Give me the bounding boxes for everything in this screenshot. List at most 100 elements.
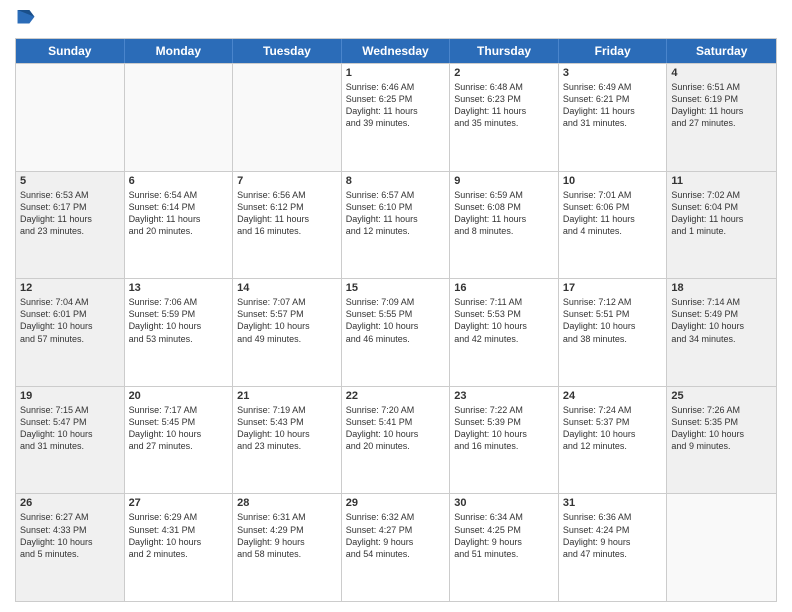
day-number: 8 [346, 175, 446, 187]
day-number: 29 [346, 497, 446, 509]
day-cell-19: 19 Sunrise: 7:15 AM Sunset: 5:47 PM Dayli… [16, 387, 125, 494]
day-info: Sunrise: 6:34 AM Sunset: 4:25 PM Dayligh… [454, 511, 554, 560]
day-cell-14: 14 Sunrise: 7:07 AM Sunset: 5:57 PM Dayli… [233, 279, 342, 386]
day-number: 27 [129, 497, 229, 509]
day-info: Sunrise: 6:46 AM Sunset: 6:25 PM Dayligh… [346, 81, 446, 130]
day-info: Sunrise: 7:04 AM Sunset: 6:01 PM Dayligh… [20, 296, 120, 345]
day-info: Sunrise: 6:51 AM Sunset: 6:19 PM Dayligh… [671, 81, 772, 130]
day-info: Sunrise: 6:57 AM Sunset: 6:10 PM Dayligh… [346, 189, 446, 238]
day-cell-18: 18 Sunrise: 7:14 AM Sunset: 5:49 PM Dayli… [667, 279, 776, 386]
day-cell-27: 27 Sunrise: 6:29 AM Sunset: 4:31 PM Dayli… [125, 494, 234, 601]
day-number: 21 [237, 390, 337, 402]
day-info: Sunrise: 7:15 AM Sunset: 5:47 PM Dayligh… [20, 404, 120, 453]
calendar-body: 1 Sunrise: 6:46 AM Sunset: 6:25 PM Daylig… [16, 63, 776, 601]
day-number: 14 [237, 282, 337, 294]
day-info: Sunrise: 7:26 AM Sunset: 5:35 PM Dayligh… [671, 404, 772, 453]
day-cell-2: 2 Sunrise: 6:48 AM Sunset: 6:23 PM Daylig… [450, 64, 559, 171]
header-day-friday: Friday [559, 39, 668, 63]
day-number: 19 [20, 390, 120, 402]
day-cell-1: 1 Sunrise: 6:46 AM Sunset: 6:25 PM Daylig… [342, 64, 451, 171]
calendar-header: SundayMondayTuesdayWednesdayThursdayFrid… [16, 39, 776, 63]
day-info: Sunrise: 6:59 AM Sunset: 6:08 PM Dayligh… [454, 189, 554, 238]
empty-cell [667, 494, 776, 601]
day-cell-30: 30 Sunrise: 6:34 AM Sunset: 4:25 PM Dayli… [450, 494, 559, 601]
day-info: Sunrise: 7:02 AM Sunset: 6:04 PM Dayligh… [671, 189, 772, 238]
day-cell-9: 9 Sunrise: 6:59 AM Sunset: 6:08 PM Daylig… [450, 172, 559, 279]
day-info: Sunrise: 7:20 AM Sunset: 5:41 PM Dayligh… [346, 404, 446, 453]
day-info: Sunrise: 6:49 AM Sunset: 6:21 PM Dayligh… [563, 81, 663, 130]
day-info: Sunrise: 6:54 AM Sunset: 6:14 PM Dayligh… [129, 189, 229, 238]
day-info: Sunrise: 7:06 AM Sunset: 5:59 PM Dayligh… [129, 296, 229, 345]
day-cell-15: 15Sunrise: 7:09 AM Sunset: 5:55 PM Dayli… [342, 279, 451, 386]
day-cell-5: 5 Sunrise: 6:53 AM Sunset: 6:17 PM Daylig… [16, 172, 125, 279]
day-info: Sunrise: 7:07 AM Sunset: 5:57 PM Dayligh… [237, 296, 337, 345]
day-number: 17 [563, 282, 663, 294]
day-cell-31: 31 Sunrise: 6:36 AM Sunset: 4:24 PM Dayli… [559, 494, 668, 601]
day-cell-11: 11 Sunrise: 7:02 AM Sunset: 6:04 PM Dayli… [667, 172, 776, 279]
day-info: Sunrise: 7:01 AM Sunset: 6:06 PM Dayligh… [563, 189, 663, 238]
day-cell-21: 21 Sunrise: 7:19 AM Sunset: 5:43 PM Dayli… [233, 387, 342, 494]
day-number: 30 [454, 497, 554, 509]
header-day-sunday: Sunday [16, 39, 125, 63]
day-info: Sunrise: 6:27 AM Sunset: 4:33 PM Dayligh… [20, 511, 120, 560]
logo [15, 10, 35, 32]
day-number: 4 [671, 67, 772, 79]
empty-cell [125, 64, 234, 171]
logo-icon [17, 10, 35, 32]
day-number: 15 [346, 282, 446, 294]
day-info: Sunrise: 6:53 AM Sunset: 6:17 PM Dayligh… [20, 189, 120, 238]
day-number: 18 [671, 282, 772, 294]
day-number: 31 [563, 497, 663, 509]
day-info: Sunrise: 7:12 AM Sunset: 5:51 PM Dayligh… [563, 296, 663, 345]
header-day-thursday: Thursday [450, 39, 559, 63]
day-info: Sunrise: 6:31 AM Sunset: 4:29 PM Dayligh… [237, 511, 337, 560]
day-cell-23: 23Sunrise: 7:22 AM Sunset: 5:39 PM Dayli… [450, 387, 559, 494]
day-cell-26: 26Sunrise: 6:27 AM Sunset: 4:33 PM Dayli… [16, 494, 125, 601]
day-cell-25: 25Sunrise: 7:26 AM Sunset: 5:35 PM Dayli… [667, 387, 776, 494]
day-number: 9 [454, 175, 554, 187]
day-number: 1 [346, 67, 446, 79]
day-number: 5 [20, 175, 120, 187]
day-number: 3 [563, 67, 663, 79]
day-cell-8: 8 Sunrise: 6:57 AM Sunset: 6:10 PM Daylig… [342, 172, 451, 279]
day-info: Sunrise: 6:56 AM Sunset: 6:12 PM Dayligh… [237, 189, 337, 238]
day-cell-13: 13 Sunrise: 7:06 AM Sunset: 5:59 PM Dayli… [125, 279, 234, 386]
day-cell-28: 28 Sunrise: 6:31 AM Sunset: 4:29 PM Dayli… [233, 494, 342, 601]
day-cell-3: 3 Sunrise: 6:49 AM Sunset: 6:21 PM Daylig… [559, 64, 668, 171]
day-number: 12 [20, 282, 120, 294]
day-info: Sunrise: 7:11 AM Sunset: 5:53 PM Dayligh… [454, 296, 554, 345]
day-cell-4: 4 Sunrise: 6:51 AM Sunset: 6:19 PM Daylig… [667, 64, 776, 171]
day-info: Sunrise: 6:36 AM Sunset: 4:24 PM Dayligh… [563, 511, 663, 560]
day-number: 20 [129, 390, 229, 402]
empty-cell [233, 64, 342, 171]
day-number: 10 [563, 175, 663, 187]
calendar-row-4: 19 Sunrise: 7:15 AM Sunset: 5:47 PM Dayli… [16, 386, 776, 494]
empty-cell [16, 64, 125, 171]
day-cell-10: 10 Sunrise: 7:01 AM Sunset: 6:06 PM Dayli… [559, 172, 668, 279]
day-cell-16: 16 Sunrise: 7:11 AM Sunset: 5:53 PM Dayli… [450, 279, 559, 386]
day-number: 11 [671, 175, 772, 187]
calendar-row-2: 5 Sunrise: 6:53 AM Sunset: 6:17 PM Daylig… [16, 171, 776, 279]
day-number: 28 [237, 497, 337, 509]
day-cell-29: 29 Sunrise: 6:32 AM Sunset: 4:27 PM Dayli… [342, 494, 451, 601]
day-info: Sunrise: 6:29 AM Sunset: 4:31 PM Dayligh… [129, 511, 229, 560]
header-day-saturday: Saturday [667, 39, 776, 63]
header-day-tuesday: Tuesday [233, 39, 342, 63]
day-cell-17: 17 Sunrise: 7:12 AM Sunset: 5:51 PM Dayli… [559, 279, 668, 386]
day-cell-6: 6Sunrise: 6:54 AM Sunset: 6:14 PM Daylig… [125, 172, 234, 279]
header-day-monday: Monday [125, 39, 234, 63]
day-info: Sunrise: 7:19 AM Sunset: 5:43 PM Dayligh… [237, 404, 337, 453]
day-cell-22: 22Sunrise: 7:20 AM Sunset: 5:41 PM Dayli… [342, 387, 451, 494]
day-number: 2 [454, 67, 554, 79]
page: SundayMondayTuesdayWednesdayThursdayFrid… [0, 0, 792, 612]
day-number: 16 [454, 282, 554, 294]
day-cell-7: 7 Sunrise: 6:56 AM Sunset: 6:12 PM Daylig… [233, 172, 342, 279]
day-info: Sunrise: 7:14 AM Sunset: 5:49 PM Dayligh… [671, 296, 772, 345]
header-day-wednesday: Wednesday [342, 39, 451, 63]
day-number: 7 [237, 175, 337, 187]
day-info: Sunrise: 6:32 AM Sunset: 4:27 PM Dayligh… [346, 511, 446, 560]
day-info: Sunrise: 7:22 AM Sunset: 5:39 PM Dayligh… [454, 404, 554, 453]
day-info: Sunrise: 6:48 AM Sunset: 6:23 PM Dayligh… [454, 81, 554, 130]
calendar-row-1: 1 Sunrise: 6:46 AM Sunset: 6:25 PM Daylig… [16, 63, 776, 171]
day-number: 13 [129, 282, 229, 294]
